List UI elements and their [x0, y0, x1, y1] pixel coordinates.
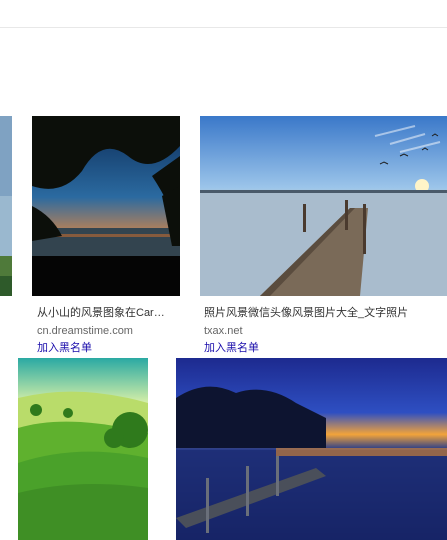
result-source: cn.dreamstime.com	[37, 325, 133, 337]
top-divider	[0, 27, 447, 28]
image-thumbnail-dusk-lake[interactable]	[176, 358, 447, 540]
image-search-results: 从小山的风景图象在Car… cn.dreamstime.com 加入黑名单 照片…	[0, 0, 447, 540]
image-thumbnail-lake-night[interactable]	[32, 116, 180, 296]
image-thumbnail-pier-sunset[interactable]	[200, 116, 447, 296]
result-source: txax.net	[204, 325, 243, 337]
result-title[interactable]: 照片风景微信头像风景图片大全_文字照片	[204, 306, 447, 320]
image-thumbnail-green-hills[interactable]	[18, 358, 148, 540]
result-caption: 从小山的风景图象在Car… cn.dreamstime.com 加入黑名单	[37, 306, 179, 355]
result-title[interactable]: 从小山的风景图象在Car…	[37, 306, 179, 320]
image-thumbnail-partial[interactable]	[0, 116, 12, 296]
add-to-blacklist-link[interactable]: 加入黑名单	[37, 341, 92, 355]
result-caption: 照片风景微信头像风景图片大全_文字照片 txax.net 加入黑名单	[204, 306, 447, 355]
add-to-blacklist-link[interactable]: 加入黑名单	[204, 341, 259, 355]
